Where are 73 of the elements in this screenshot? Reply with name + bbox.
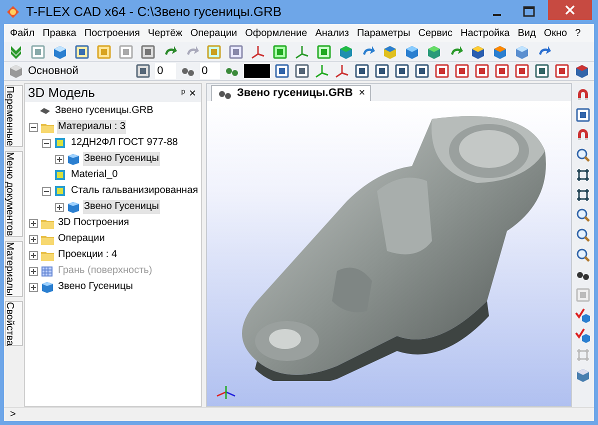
menu-item[interactable]: ?	[575, 26, 581, 40]
folder-icon	[41, 250, 54, 260]
pin-button[interactable]: ᵖ	[179, 86, 187, 100]
expand-toggle[interactable]	[55, 154, 64, 164]
menu-item[interactable]: Сервис	[418, 26, 453, 40]
layer-field[interactable]: 0	[155, 62, 176, 80]
chevron-icon[interactable]	[8, 44, 24, 60]
menu-item[interactable]: Вид	[518, 26, 536, 40]
side-tab[interactable]: Материалы	[5, 241, 23, 297]
frame-icon[interactable]	[575, 167, 591, 183]
tree-item[interactable]: Звено Гусеницы	[83, 200, 160, 214]
side-tab[interactable]: Меню документов	[5, 151, 23, 237]
tree-item[interactable]: Звено Гусеницы	[57, 280, 134, 294]
side-tab[interactable]: Свойства	[5, 300, 23, 346]
material-icon	[54, 185, 67, 197]
menu-item[interactable]: Анализ	[315, 26, 349, 40]
menu-item[interactable]: Операции	[190, 26, 238, 40]
close-icon[interactable]	[548, 0, 592, 20]
color-swatch[interactable]	[244, 64, 270, 78]
side-tab[interactable]: Переменные	[5, 85, 23, 148]
document-tab[interactable]: Звено гусеницы.GRB ×	[211, 85, 372, 101]
zoom-icon[interactable]	[575, 247, 591, 263]
material-icon	[54, 169, 67, 181]
axes-icon	[215, 384, 237, 400]
expand-toggle[interactable]	[29, 234, 38, 244]
zoom-icon[interactable]	[575, 147, 591, 163]
menu-item[interactable]: Окно	[544, 26, 568, 40]
app-logo-icon	[6, 5, 20, 19]
tree-item[interactable]: Звено Гусеницы	[83, 152, 160, 166]
tree-item[interactable]: Материалы : 3	[57, 120, 126, 134]
magnet-icon[interactable]	[575, 87, 591, 103]
expand-toggle[interactable]	[55, 202, 64, 212]
folder-icon	[41, 218, 54, 228]
expand-toggle[interactable]	[29, 282, 38, 292]
window-title: T-FLEX CAD x64 - C:\Звено гусеницы.GRB	[26, 3, 282, 22]
frame-icon[interactable]	[575, 187, 591, 203]
tab-close-button[interactable]: ×	[358, 85, 366, 102]
expand-toggle[interactable]	[29, 218, 38, 228]
menu-item[interactable]: Правка	[42, 26, 76, 40]
expand-toggle[interactable]	[29, 250, 38, 260]
tree-item[interactable]: 12ДН2ФЛ ГОСТ 977-88	[70, 136, 179, 150]
level-field[interactable]: 0	[200, 62, 220, 80]
zoom-icon[interactable]	[575, 227, 591, 243]
magnet-icon[interactable]	[575, 127, 591, 143]
menu-item[interactable]: Настройка	[460, 26, 510, 40]
tree-item[interactable]: Material_0	[70, 168, 119, 182]
grid-icon	[41, 265, 54, 277]
tree-item[interactable]: Звено гусеницы.GRB	[54, 104, 154, 118]
tree-item[interactable]: Проекции : 4	[57, 248, 118, 262]
menu-item[interactable]: Файл	[10, 26, 35, 40]
collapse-toggle[interactable]	[42, 138, 51, 148]
status-text: >	[10, 408, 16, 422]
close-button[interactable]: ×	[186, 84, 198, 102]
axes-icon[interactable]	[294, 44, 310, 60]
menu-item[interactable]: Параметры	[356, 26, 410, 40]
panel-title: 3D Модель	[28, 84, 96, 102]
collapse-toggle[interactable]	[42, 186, 51, 196]
menu-item[interactable]: Построения	[84, 26, 140, 40]
folder-icon	[41, 234, 54, 244]
menu-item[interactable]: Оформление	[245, 26, 308, 40]
axes-icon[interactable]	[250, 44, 266, 60]
tree-item[interactable]: Сталь гальванизированная	[70, 184, 200, 198]
zoom-icon[interactable]	[575, 207, 591, 223]
folder-icon	[41, 122, 54, 132]
menu-item[interactable]: Чертёж	[148, 26, 182, 40]
tree-item[interactable]: 3D Построения	[57, 216, 130, 230]
check-icon[interactable]	[575, 327, 591, 343]
viewport[interactable]	[207, 101, 571, 406]
material-icon	[54, 137, 67, 149]
check-icon[interactable]	[575, 307, 591, 323]
style-dropdown[interactable]: Основной	[28, 62, 132, 80]
collapse-toggle[interactable]	[29, 122, 38, 132]
tree-item[interactable]: Операции	[57, 232, 106, 246]
